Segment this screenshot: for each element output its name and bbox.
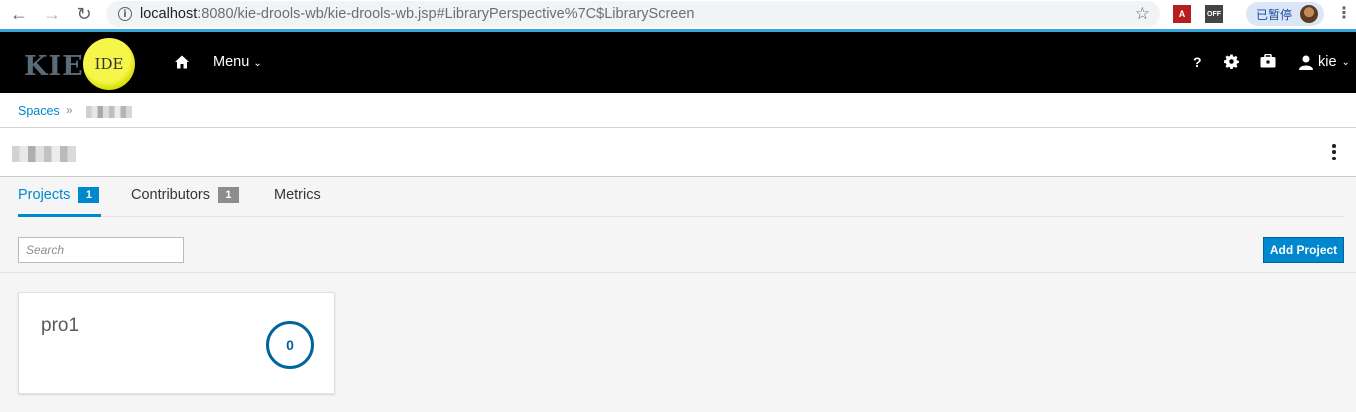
brand-text: KIE	[24, 51, 84, 82]
chevron-down-icon: ⌄	[253, 58, 262, 69]
active-tab-indicator	[18, 214, 101, 217]
browser-menu-icon[interactable]: ⋮	[1336, 4, 1352, 24]
url-host: localhost	[140, 6, 198, 22]
gear-icon[interactable]	[1224, 54, 1239, 69]
tab-contributors-label: Contributors	[131, 187, 210, 203]
tab-projects-label: Projects	[18, 187, 71, 203]
user-icon	[1299, 55, 1313, 70]
library-tabs: Projects 1 Contributors 1 Metrics	[0, 178, 1356, 217]
address-bar[interactable]: i localhost:8080/kie-drools-wb/kie-drool…	[106, 1, 1160, 27]
browser-toolbar: ← → ↻ i localhost:8080/kie-drools-wb/kie…	[0, 0, 1356, 29]
breadcrumb-current-space-redacted[interactable]	[86, 106, 132, 118]
profile-chip[interactable]: 已暂停	[1246, 2, 1324, 26]
user-menu[interactable]: kie ⌄	[1299, 54, 1350, 70]
add-project-button[interactable]: Add Project	[1263, 237, 1344, 263]
menu-dropdown[interactable]: Menu ⌄	[213, 54, 262, 70]
help-icon[interactable]: ?	[1193, 54, 1202, 70]
tabs-divider	[18, 216, 1344, 217]
home-icon[interactable]	[174, 54, 190, 70]
pdf-extension-icon[interactable]: A	[1173, 5, 1191, 23]
tab-metrics[interactable]: Metrics	[274, 187, 321, 203]
brand-logo[interactable]: KIE IDE	[22, 38, 138, 90]
space-title-bar	[0, 128, 1356, 177]
brand-badge: IDE	[83, 38, 135, 90]
user-label: kie	[1318, 54, 1337, 70]
url-text[interactable]: localhost:8080/kie-drools-wb/kie-drools-…	[140, 6, 694, 22]
tab-projects[interactable]: Projects 1	[18, 187, 100, 203]
project-card[interactable]: pro1 0	[18, 292, 335, 394]
breadcrumb: Spaces »	[0, 93, 1356, 128]
asset-count-circle: 0	[266, 321, 314, 369]
projects-count-badge: 1	[78, 187, 100, 203]
back-icon[interactable]: ←	[5, 0, 33, 28]
forward-icon[interactable]: →	[38, 0, 66, 28]
reload-icon[interactable]: ↻	[70, 0, 98, 28]
off-extension-icon[interactable]: OFF	[1205, 5, 1223, 23]
url-path: :8080/kie-drools-wb/kie-drools-wb.jsp#Li…	[197, 6, 695, 22]
star-icon[interactable]: ☆	[1135, 4, 1150, 24]
menu-label: Menu	[213, 54, 250, 70]
toolbar-divider	[0, 272, 1356, 273]
info-icon[interactable]: i	[118, 7, 132, 21]
tab-metrics-label: Metrics	[274, 187, 321, 203]
tab-contributors[interactable]: Contributors 1	[131, 187, 239, 203]
kebab-menu-icon[interactable]	[1331, 144, 1337, 160]
project-name: pro1	[41, 315, 80, 336]
space-title-redacted	[12, 146, 76, 162]
breadcrumb-separator-icon: »	[66, 103, 73, 117]
breadcrumb-spaces[interactable]: Spaces	[18, 104, 60, 118]
contributors-count-badge: 1	[217, 187, 239, 203]
chevron-down-icon: ⌄	[1341, 56, 1350, 68]
search-input[interactable]	[18, 237, 184, 263]
app-header: KIE IDE Menu ⌄ ? kie ⌄	[0, 32, 1356, 93]
briefcase-icon[interactable]	[1260, 54, 1276, 68]
profile-avatar	[1300, 5, 1318, 23]
profile-status-label: 已暂停	[1256, 7, 1293, 22]
